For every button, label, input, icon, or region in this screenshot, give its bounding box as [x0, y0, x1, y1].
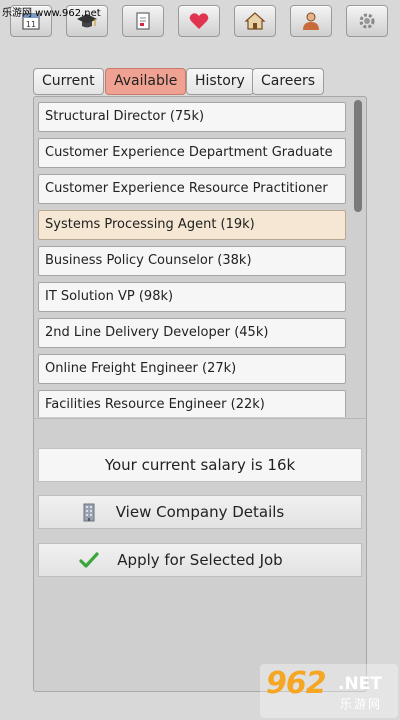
list-item[interactable]: 2nd Line Delivery Developer (45k) [38, 318, 346, 348]
tab-available[interactable]: Available [105, 68, 187, 95]
view-company-details-label: View Company Details [115, 503, 285, 521]
list-item[interactable]: Structural Director (75k) [38, 102, 346, 132]
profile-button[interactable] [290, 5, 332, 37]
tab-careers[interactable]: Careers [252, 68, 325, 95]
view-company-details-button[interactable]: View Company Details [38, 495, 362, 529]
list-item[interactable]: Business Policy Counselor (38k) [38, 246, 346, 276]
job-list-scrollbar[interactable] [354, 100, 362, 416]
svg-text:11: 11 [26, 20, 36, 29]
documents-button[interactable] [122, 5, 164, 37]
watermark-logo-net: .NET [338, 674, 382, 694]
gear-icon [359, 13, 375, 29]
heart-icon [189, 13, 209, 29]
list-item[interactable]: Customer Experience Resource Practitione… [38, 174, 346, 204]
watermark-logo-sub: 乐游网 [340, 697, 383, 711]
list-item[interactable]: IT Solution VP (98k) [38, 282, 346, 312]
apply-job-button[interactable]: Apply for Selected Job [38, 543, 362, 577]
relationships-button[interactable] [178, 5, 220, 37]
document-icon [136, 12, 150, 30]
home-button[interactable] [234, 5, 276, 37]
salary-display: Your current salary is 16k [38, 448, 362, 482]
list-item[interactable]: Customer Experience Department Graduate [38, 138, 346, 168]
job-list[interactable]: Structural Director (75k) Customer Exper… [34, 97, 366, 417]
person-icon [303, 12, 319, 30]
list-item-selected[interactable]: Systems Processing Agent (19k) [38, 210, 346, 240]
house-icon [244, 12, 266, 30]
tab-current[interactable]: Current [33, 68, 104, 95]
watermark-top-text: 乐游网 www.962.net [2, 8, 101, 19]
apply-job-label: Apply for Selected Job [117, 551, 283, 569]
divider [34, 418, 366, 419]
list-item[interactable]: Online Freight Engineer (27k) [38, 354, 346, 384]
scrollbar-thumb[interactable] [354, 100, 362, 212]
settings-button[interactable] [346, 5, 388, 37]
list-item[interactable]: Facilities Resource Engineer (22k) [38, 390, 346, 417]
tab-history[interactable]: History [186, 68, 254, 95]
watermark-logo: 962 .NET 乐游网 [260, 664, 398, 718]
watermark-logo-number: 962 [266, 666, 327, 701]
